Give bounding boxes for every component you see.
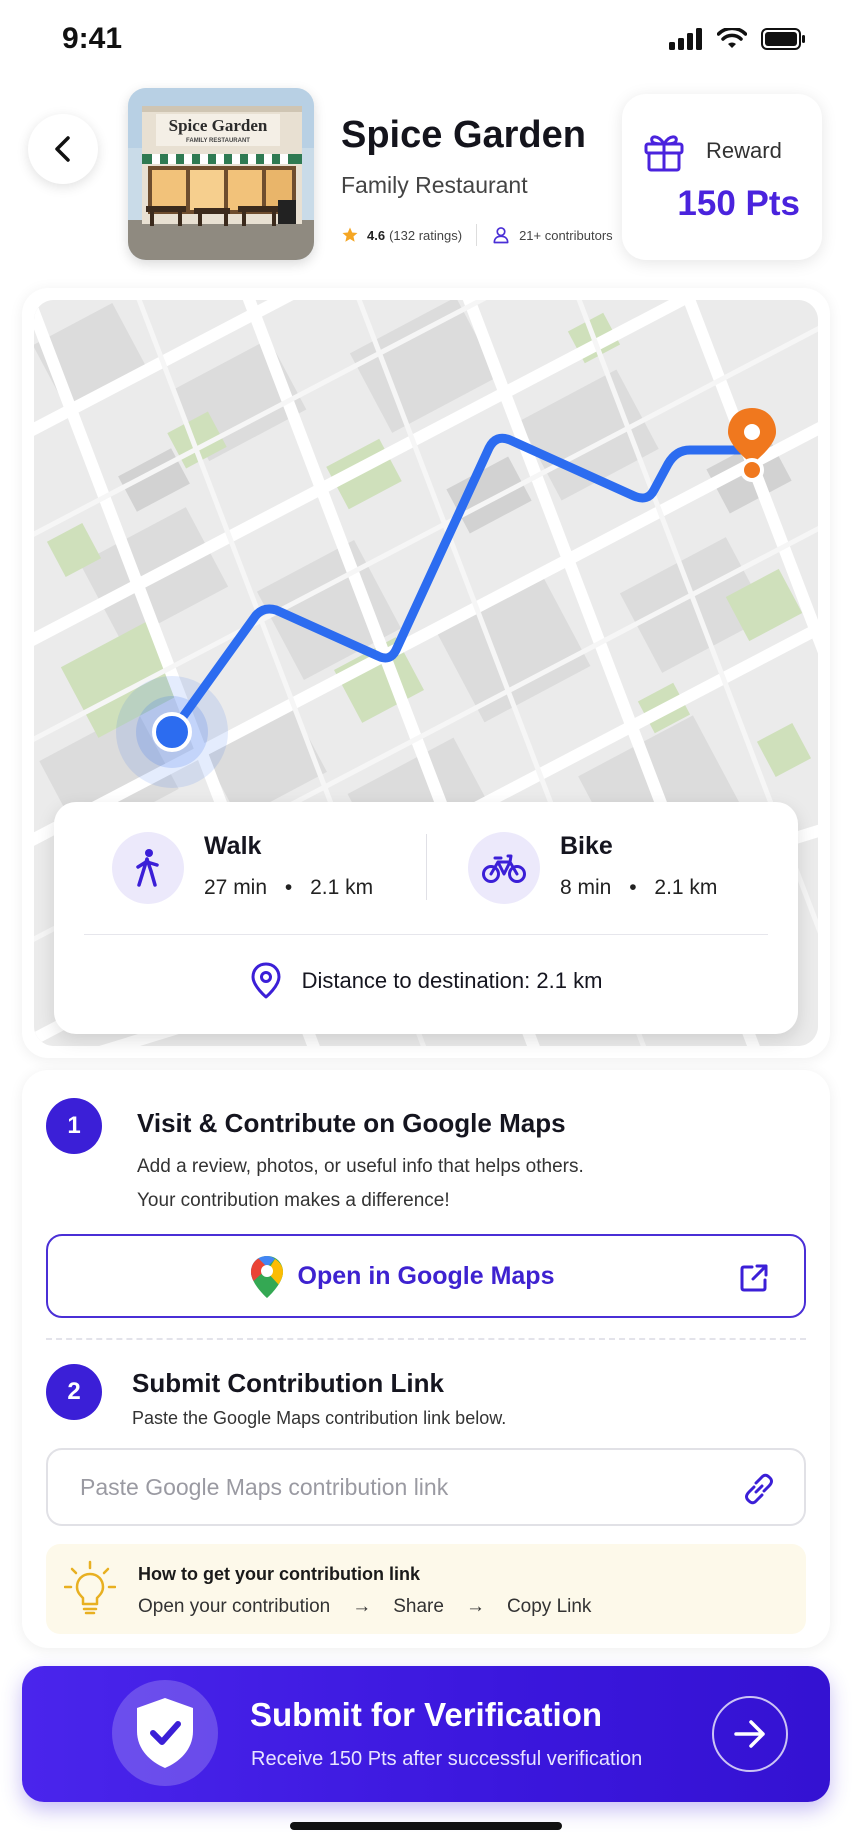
tip-step-3: Copy Link: [506, 1596, 592, 1617]
gift-icon: [644, 135, 684, 172]
bike-icon: [482, 854, 526, 883]
step-number-2: 2: [46, 1364, 102, 1420]
user-icon: [493, 227, 509, 244]
ratings-count: (132 ratings): [389, 227, 463, 243]
tip-step-2: Share: [393, 1596, 444, 1617]
restaurant-thumbnail: Spice Garden FAMILY RESTAURANT: [128, 88, 314, 260]
step-title-2: Submit Contribution Link: [132, 1368, 444, 1398]
walk-icon: [136, 849, 159, 887]
bike-meta: 8 min • 2.1 km: [560, 876, 718, 899]
submit-title: Submit for Verification: [250, 1696, 603, 1733]
step-desc-1-line2: Your contribution makes a difference!: [137, 1190, 450, 1211]
rating-row: 4.6 (132 ratings) 21+ contributors: [341, 224, 613, 246]
arrow-right-icon: →: [465, 1596, 485, 1617]
walk-label: Walk: [204, 832, 262, 860]
step-desc-1: Add a review, photos, or useful info tha…: [137, 1150, 584, 1218]
distance-text: Distance to destination: 2.1 km: [301, 968, 603, 993]
distance-row: Distance to destination: 2.1 km: [54, 962, 798, 1000]
step-desc-2: Paste the Google Maps contribution link …: [132, 1408, 507, 1428]
chevron-left-icon: [55, 136, 70, 162]
step-separator: [46, 1338, 806, 1340]
storefront-sign: Spice Garden: [169, 116, 268, 135]
walk-distance: 2.1 km: [310, 876, 374, 899]
step-desc-1-line1: Add a review, photos, or useful info tha…: [137, 1156, 584, 1177]
place-subtitle: Family Restaurant: [341, 172, 528, 198]
open-google-maps-button[interactable]: Open in Google Maps: [46, 1234, 806, 1318]
tip-box: How to get your contribution link Open y…: [46, 1544, 806, 1634]
storefront-sign-sub: FAMILY RESTAURANT: [186, 138, 250, 144]
contributors-count: 21+ contributors: [519, 227, 613, 243]
walk-time: 27 min: [204, 876, 268, 899]
link-icon[interactable]: [740, 1470, 778, 1508]
steps-card: 1 Visit & Contribute on Google Maps Add …: [22, 1070, 830, 1648]
mode-divider: [426, 834, 427, 900]
status-time: 9:41: [62, 22, 123, 55]
external-link-icon: [740, 1264, 768, 1292]
home-indicator: [290, 1822, 562, 1830]
submit-subtitle: Receive 150 Pts after successful verific…: [251, 1748, 643, 1770]
walk-meta: 27 min • 2.1 km: [204, 876, 374, 899]
arrow-right-icon: →: [352, 1596, 372, 1617]
arrow-right-icon: [734, 1720, 765, 1748]
contribution-link-input[interactable]: [46, 1448, 806, 1526]
tip-step-1: Open your contribution: [138, 1596, 331, 1617]
bike-mode-badge: [468, 832, 540, 904]
status-icons: [669, 28, 805, 50]
signal-icon: [669, 28, 702, 50]
wifi-icon: [717, 28, 747, 48]
route-info-panel: Walk 27 min • 2.1 km Bike 8 min • 2.1 km: [54, 802, 798, 1034]
place-title: Spice Garden: [341, 114, 586, 156]
battery-icon: [761, 28, 805, 50]
tip-steps: Open your contribution → Share → Copy Li…: [138, 1596, 591, 1618]
panel-divider: [84, 934, 768, 935]
map-card: Walk 27 min • 2.1 km Bike 8 min • 2.1 km: [22, 288, 830, 1058]
step-title-1: Visit & Contribute on Google Maps: [137, 1108, 566, 1138]
reward-label: Reward: [706, 138, 782, 163]
tip-title: How to get your contribution link: [138, 1564, 420, 1584]
bike-distance: 2.1 km: [654, 876, 718, 899]
reward-value: 150 Pts: [677, 184, 800, 223]
step-number-1: 1: [46, 1098, 102, 1154]
walk-mode-badge: [112, 832, 184, 904]
shield-badge: [112, 1680, 218, 1786]
lightbulb-icon: [64, 1560, 116, 1615]
reward-card: Reward 150 Pts: [622, 94, 822, 260]
divider: [476, 224, 478, 246]
bike-label: Bike: [560, 832, 613, 860]
location-pin-icon: [251, 962, 281, 999]
star-icon: [342, 227, 358, 242]
submit-arrow-button[interactable]: [712, 1696, 788, 1772]
submit-verification-button[interactable]: Submit for Verification Receive 150 Pts …: [22, 1666, 830, 1802]
bike-time: 8 min: [560, 876, 612, 899]
shield-check-icon: [137, 1698, 193, 1768]
open-google-maps-label: Open in Google Maps: [297, 1262, 555, 1290]
back-button[interactable]: [28, 114, 98, 184]
rating-value: 4.6: [367, 227, 386, 243]
